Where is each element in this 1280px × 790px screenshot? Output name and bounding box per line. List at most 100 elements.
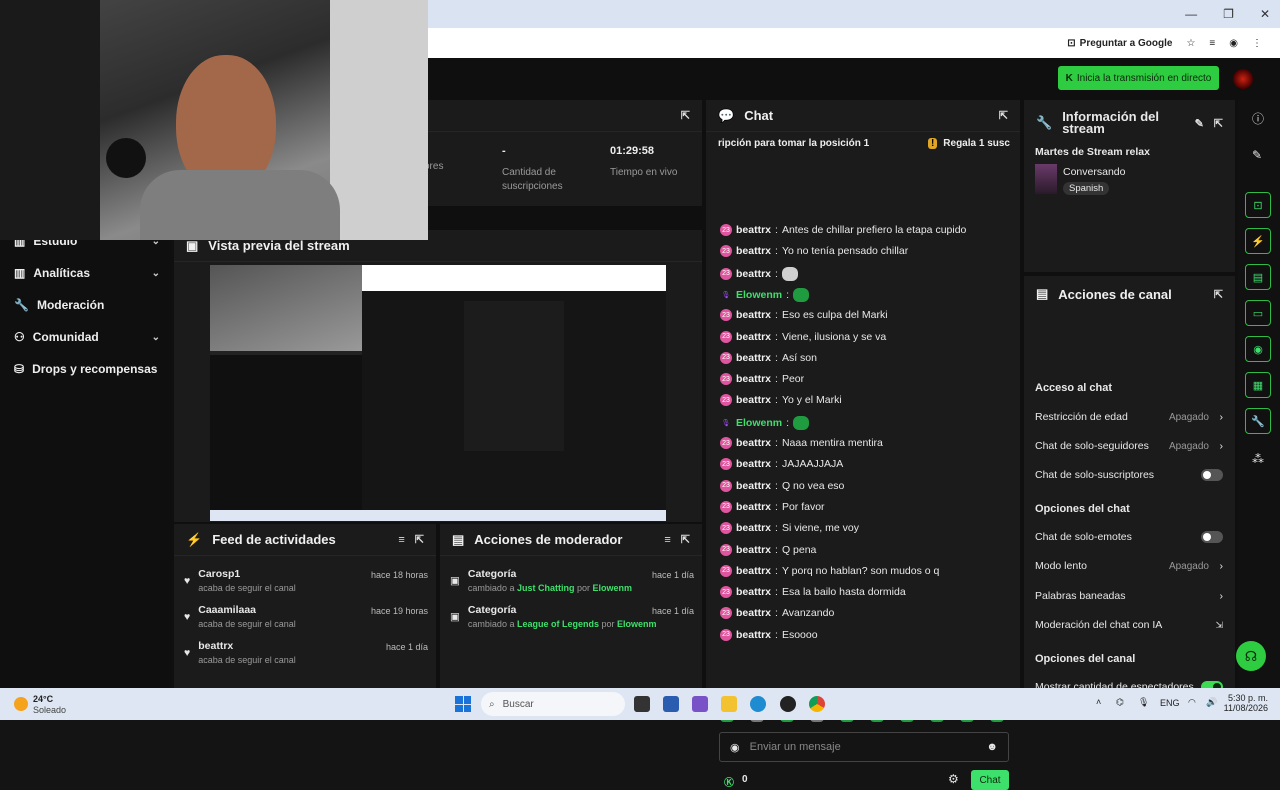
- wrench-icon[interactable]: 🔧: [1245, 408, 1271, 434]
- chat-text: Peor: [781, 373, 805, 386]
- sidebar-item-moderation[interactable]: 🔧 Moderación: [14, 298, 160, 312]
- chat-input[interactable]: ◉ Enviar un mensaje ☻: [719, 732, 1009, 762]
- chat-bubble-icon[interactable]: ▭: [1245, 300, 1271, 326]
- pencil-icon[interactable]: ✎: [1252, 148, 1262, 162]
- webcam-plush: [106, 138, 146, 178]
- right-toolbar: ⓘ ✎ ⊡ ⚡ ▤ ▭ ◉ ▦ 🔧 ⁂ ☊: [1236, 100, 1280, 688]
- popout-icon[interactable]: ⇱: [681, 109, 690, 122]
- heart-icon: ♥: [184, 646, 191, 659]
- screenshot-icon[interactable]: ⊡: [1245, 192, 1271, 218]
- points-display[interactable]: Ⓚ 0: [724, 774, 748, 789]
- subs-only-toggle[interactable]: [1201, 469, 1223, 481]
- more-icon[interactable]: ⁂: [1252, 452, 1264, 466]
- popout-icon[interactable]: ⇱: [415, 533, 424, 546]
- taskbar-search[interactable]: ⌕ Buscar: [481, 692, 625, 716]
- emotes-only-toggle[interactable]: [1201, 531, 1223, 543]
- mic-icon[interactable]: 🎙: [1138, 697, 1149, 708]
- minimize-icon[interactable]: —: [1185, 7, 1197, 21]
- close-icon[interactable]: ✕: [1260, 7, 1270, 21]
- store-icon[interactable]: [663, 696, 679, 712]
- preview-taskbar: [210, 510, 666, 521]
- language-indicator[interactable]: ENG: [1160, 698, 1180, 708]
- profile-icon[interactable]: ◉: [1229, 38, 1238, 49]
- menu-icon[interactable]: ⋮: [1252, 38, 1262, 49]
- filter-icon[interactable]: ≡: [664, 534, 670, 546]
- steam-icon[interactable]: [780, 696, 796, 712]
- chat-text: Esoooo: [781, 628, 818, 641]
- chat-username[interactable]: beattrx: [736, 565, 771, 577]
- chat-username[interactable]: beattrx: [736, 437, 771, 449]
- gift-sub-button[interactable]: ! Regala 1 susc: [927, 138, 1010, 149]
- chat-username[interactable]: beattrx: [736, 607, 771, 619]
- emoji-icon[interactable]: ☻: [986, 741, 998, 753]
- pencil-icon[interactable]: ✎: [1195, 117, 1204, 130]
- support-button[interactable]: ☊: [1236, 641, 1266, 671]
- chevron-up-icon[interactable]: ˄: [1096, 697, 1101, 707]
- chat-username[interactable]: Elowenm: [736, 417, 782, 429]
- wifi-icon[interactable]: ◠: [1188, 697, 1196, 708]
- filter-icon[interactable]: ≡: [398, 534, 404, 546]
- chevron-right-icon: ›: [1219, 560, 1224, 572]
- chat-username[interactable]: beattrx: [736, 480, 771, 492]
- chat-username[interactable]: beattrx: [736, 394, 771, 406]
- chat-username[interactable]: beattrx: [736, 458, 771, 470]
- task-view-icon[interactable]: [634, 696, 650, 712]
- chat-username[interactable]: beattrx: [736, 309, 771, 321]
- chat-username[interactable]: beattrx: [736, 501, 771, 513]
- chat-message: 23 beattrx: Así son: [720, 351, 817, 364]
- windows-start-icon[interactable]: [455, 696, 471, 712]
- popout-icon[interactable]: ⇱: [1214, 288, 1223, 301]
- banned-words-row[interactable]: Palabras baneadas ›: [1035, 590, 1223, 602]
- send-chat-button[interactable]: Chat: [971, 770, 1009, 790]
- ai-moderation-row[interactable]: Moderación del chat con IA ⇲: [1035, 619, 1223, 631]
- chat-separator: :: [775, 607, 778, 620]
- network-icon[interactable]: ⌬: [1116, 697, 1124, 708]
- restore-icon[interactable]: ❐: [1223, 7, 1234, 21]
- age-restriction-row[interactable]: Restricción de edad Apagado ›: [1035, 411, 1223, 423]
- chat-username[interactable]: Elowenm: [736, 289, 782, 301]
- chat-username[interactable]: beattrx: [736, 331, 771, 343]
- avatar[interactable]: [1233, 69, 1253, 89]
- chat-username[interactable]: beattrx: [736, 245, 771, 257]
- chat-username[interactable]: beattrx: [736, 544, 771, 556]
- info-icon[interactable]: ⓘ: [1252, 110, 1264, 127]
- popout-icon[interactable]: ⇱: [1214, 117, 1223, 130]
- chat-username[interactable]: beattrx: [736, 522, 771, 534]
- document-icon: ▤: [452, 531, 465, 547]
- chat-message: 23 beattrx: Peor: [720, 373, 805, 386]
- chat-username[interactable]: beattrx: [736, 224, 771, 236]
- sidebar-item-drops[interactable]: ⛁ Drops y recompensas: [14, 362, 160, 376]
- weather-desc: Soleado: [33, 705, 67, 715]
- edge-icon[interactable]: [750, 696, 766, 712]
- chat-username[interactable]: beattrx: [736, 586, 771, 598]
- bookmark-star-icon[interactable]: ☆: [1186, 38, 1195, 49]
- popout-icon[interactable]: ⇱: [681, 533, 690, 546]
- chat-username[interactable]: beattrx: [736, 629, 771, 641]
- media-icon[interactable]: ≡: [1209, 38, 1215, 49]
- chat-separator: :: [775, 628, 778, 641]
- sidebar-item-community[interactable]: ⚇ Comunidad ⌄: [14, 330, 160, 344]
- layout-icon[interactable]: ▦: [1245, 372, 1271, 398]
- chat-text: Así son: [781, 351, 817, 364]
- chat-text: Q pena: [781, 543, 817, 556]
- gear-icon[interactable]: ⚙: [948, 772, 959, 786]
- broadcast-icon[interactable]: ◉: [1245, 336, 1271, 362]
- slow-mode-row[interactable]: Modo lento Apagado ›: [1035, 560, 1223, 572]
- start-stream-button[interactable]: K Inicia la transmisión en directo: [1058, 66, 1219, 90]
- document-icon[interactable]: ▤: [1245, 264, 1271, 290]
- chrome-icon[interactable]: [809, 696, 825, 712]
- folder-icon[interactable]: [721, 696, 737, 712]
- clock[interactable]: 5:30 p. m. 11/08/2026: [1224, 693, 1268, 713]
- sidebar-item-analytics[interactable]: ▥ Analíticas ⌄: [14, 266, 160, 280]
- chat-username[interactable]: beattrx: [736, 352, 771, 364]
- followers-only-row[interactable]: Chat de solo-seguidores Apagado ›: [1035, 440, 1223, 452]
- teams-icon[interactable]: [692, 696, 708, 712]
- ask-google-button[interactable]: ⊡ Preguntar a Google: [1067, 38, 1172, 49]
- popout-icon[interactable]: ⇱: [999, 109, 1008, 122]
- bolt-icon[interactable]: ⚡: [1245, 228, 1271, 254]
- chat-message: 23 beattrx:: [720, 266, 798, 281]
- volume-icon[interactable]: 🔊: [1206, 697, 1217, 708]
- chat-username[interactable]: beattrx: [736, 268, 771, 280]
- chat-username[interactable]: beattrx: [736, 373, 771, 385]
- chat-separator: :: [775, 394, 778, 407]
